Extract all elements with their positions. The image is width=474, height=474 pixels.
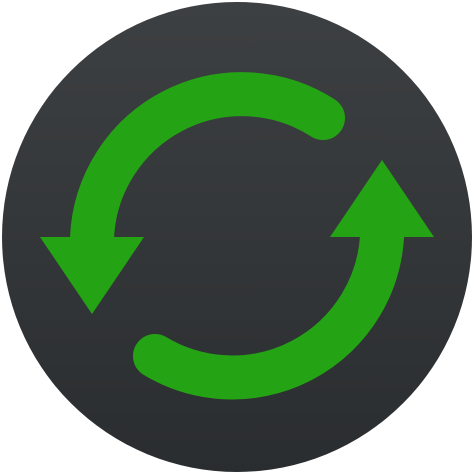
app-icon[interactable] [0, 0, 474, 474]
refresh-sync-icon [2, 2, 472, 472]
